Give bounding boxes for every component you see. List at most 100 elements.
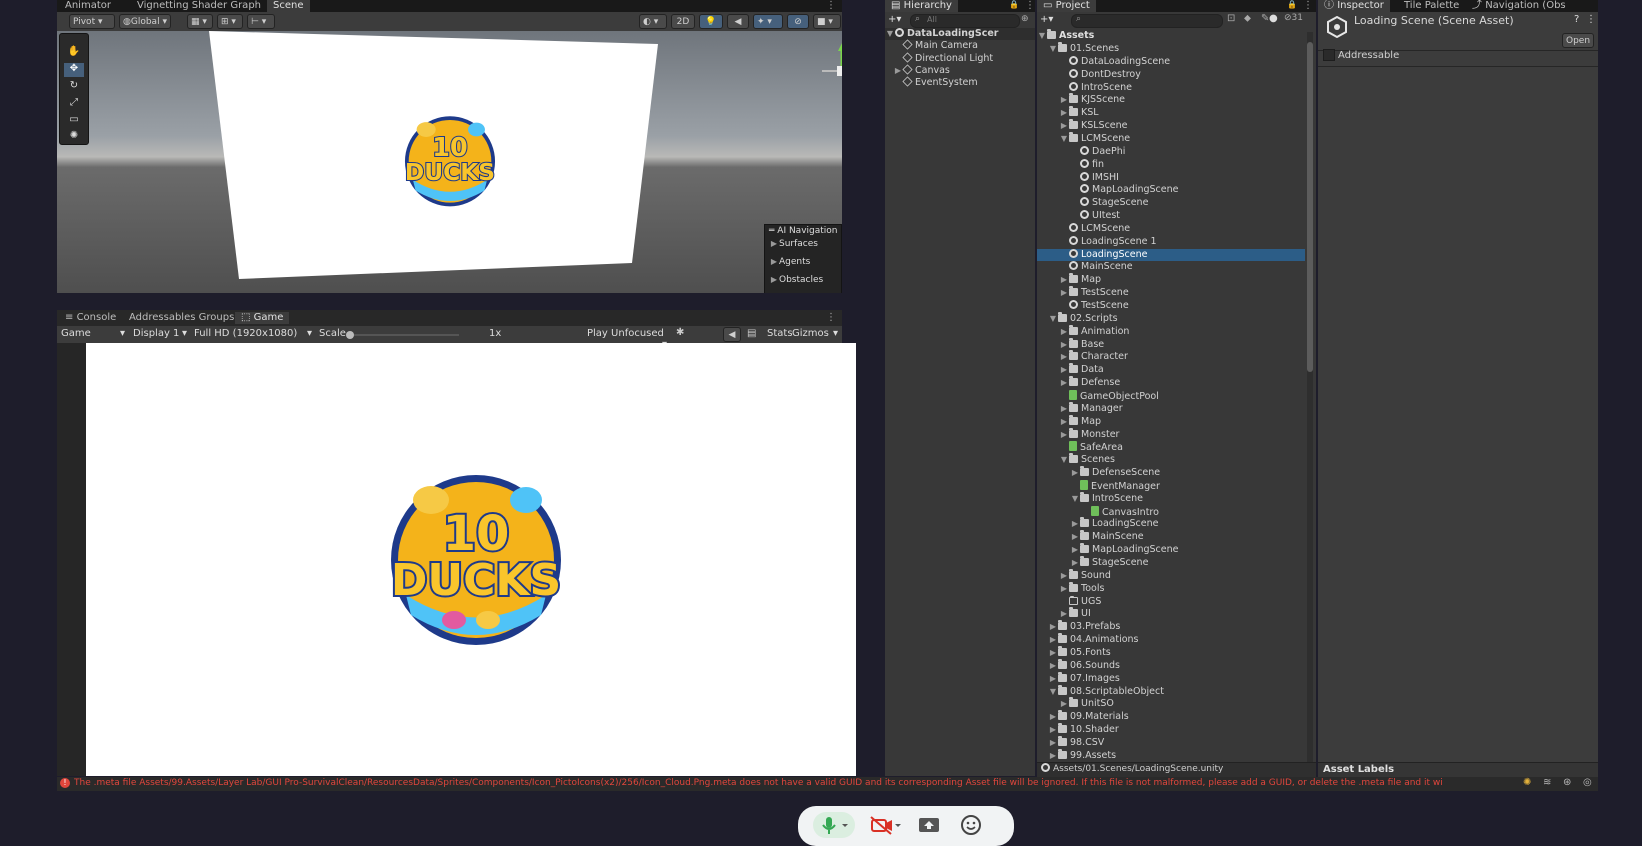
expand-closed-icon[interactable]: ▶ <box>1059 429 1069 441</box>
increment-snap-button[interactable]: ⊢ ▾ <box>247 14 275 29</box>
project-tree-item[interactable]: DataLoadingScene <box>1037 55 1305 68</box>
project-tree-item[interactable]: ▶ StageScene <box>1037 556 1305 569</box>
open-button[interactable]: Open <box>1562 33 1594 48</box>
project-tree-item[interactable]: ▶ Base <box>1037 337 1305 351</box>
expand-closed-icon[interactable]: ▶ <box>1059 583 1069 595</box>
project-add-button[interactable]: +▾ <box>1040 14 1053 25</box>
debug-status-icon[interactable]: ⊛ <box>1563 777 1571 788</box>
gizmos-dropdown[interactable]: Gizmos ▾ <box>792 328 838 339</box>
scale-tool-icon[interactable]: ⤢ <box>64 97 84 111</box>
project-tree-item[interactable]: ▶ 03.Prefabs <box>1037 620 1305 633</box>
tab-project[interactable]: ▭ Project <box>1037 0 1096 12</box>
orientation-gizmo-icon[interactable] <box>812 41 842 101</box>
tab-hierarchy[interactable]: ▤ Hierarchy <box>885 0 958 12</box>
expand-closed-icon[interactable]: ▶ <box>1059 120 1069 132</box>
expand-closed-icon[interactable]: ▶ <box>1070 467 1080 479</box>
shading-mode-button[interactable]: ◐ ▾ <box>639 14 667 29</box>
expand-closed-icon[interactable]: ▶ <box>1070 544 1080 556</box>
project-scrollbar-thumb[interactable] <box>1307 42 1313 372</box>
expand-closed-icon[interactable]: ▶ <box>1059 377 1069 389</box>
project-tree-item[interactable]: ▶ Data <box>1037 363 1305 376</box>
expand-closed-icon[interactable]: ▶ <box>1070 557 1080 569</box>
search-by-type-icon[interactable]: ⊡ <box>1227 13 1235 24</box>
project-tree-item[interactable]: ▼ 02.Scripts <box>1037 311 1305 325</box>
project-tree-item[interactable]: ▶ DefenseScene <box>1037 466 1305 479</box>
hierarchy-item[interactable]: ▶ Canvas <box>893 64 950 77</box>
expand-closed-icon[interactable]: ▶ <box>1059 107 1069 119</box>
hidden-packages-icon[interactable]: ⊘31 <box>1284 13 1303 23</box>
project-tree-item[interactable]: ▶ LoadingScene <box>1037 517 1305 530</box>
project-tree-item[interactable]: ▼ Scenes <box>1037 453 1305 466</box>
expand-open-icon[interactable]: ▼ <box>1048 313 1058 325</box>
tab-tile-palette[interactable]: Tile Palette <box>1398 0 1465 12</box>
project-menu-icon[interactable]: ⋮ <box>1303 0 1313 11</box>
ai-nav-obstacles[interactable]: ▶ Obstacles <box>769 275 823 285</box>
scene-viewport[interactable]: 10 DUCKS ✋ ✥ ↻ ⤢ ▭ ✺ 🔒 ═ AI Navigation ▶… <box>57 31 842 293</box>
game-viewport[interactable]: 10 DUCKS <box>57 343 856 776</box>
hierarchy-lock-icon[interactable]: 🔒 <box>1009 0 1019 9</box>
project-tree-item[interactable]: LCMScene <box>1037 222 1305 235</box>
project-tree-item[interactable]: StageScene <box>1037 197 1305 209</box>
rect-tool-icon[interactable]: ▭ <box>64 114 84 128</box>
hierarchy-item[interactable]: Main Camera <box>902 39 978 52</box>
microphone-button[interactable] <box>813 812 855 838</box>
lighting-toggle-icon[interactable]: 💡 <box>699 14 723 29</box>
hierarchy-scene-root[interactable]: ▼ DataLoadingScer <box>885 28 1035 40</box>
hierarchy-search-options-icon[interactable]: ⊕ <box>1021 14 1029 24</box>
expand-closed-icon[interactable]: ▶ <box>1048 673 1058 685</box>
project-tree-item[interactable]: ▶ KJSScene <box>1037 93 1305 106</box>
tab-menu-icon[interactable]: ⋮ <box>826 0 836 11</box>
expand-closed-icon[interactable]: ▶ <box>1048 621 1058 633</box>
scale-slider[interactable] <box>346 331 459 339</box>
expand-closed-icon[interactable]: ▶ <box>1048 711 1058 723</box>
help-icon[interactable]: ? <box>1574 14 1579 25</box>
expand-closed-icon[interactable]: ▶ <box>1070 531 1080 543</box>
reactions-button[interactable] <box>956 812 986 838</box>
search-by-label-icon[interactable]: ⬥ <box>1244 13 1251 24</box>
resolution-dropdown[interactable]: Full HD (1920x1080) ▾ <box>194 328 312 339</box>
project-tree-item[interactable]: MainScene <box>1037 261 1305 273</box>
mode-2d-button[interactable]: 2D <box>671 14 695 29</box>
camera-off-button[interactable] <box>864 812 906 838</box>
project-tree-item[interactable]: ▼ IntroScene <box>1037 491 1305 505</box>
expand-closed-icon[interactable]: ▶ <box>1059 94 1069 106</box>
project-tree-item[interactable]: IMSHI <box>1037 171 1305 184</box>
project-tree-item[interactable]: ▼ 01.Scenes <box>1037 42 1305 55</box>
camera-settings-icon[interactable]: ■ ▾ <box>813 14 841 29</box>
expand-closed-icon[interactable]: ▶ <box>1048 750 1058 762</box>
ai-nav-surfaces[interactable]: ▶ Surfaces <box>769 239 818 249</box>
info-icon[interactable]: ● <box>1269 13 1278 24</box>
project-search[interactable]: ⌕ <box>1071 14 1223 28</box>
expand-closed-icon[interactable]: ▶ <box>1059 274 1069 286</box>
game-tab-menu-icon[interactable]: ⋮ <box>826 312 836 323</box>
expand-closed-icon[interactable]: ▶ <box>1048 647 1058 659</box>
project-tree-item[interactable]: LoadingScene <box>1037 248 1305 261</box>
screen-share-button[interactable] <box>914 812 944 838</box>
effects-toggle-icon[interactable]: ✦ ▾ <box>753 14 783 29</box>
project-tree-item[interactable]: ▶ Defense <box>1037 376 1305 389</box>
expand-closed-icon[interactable]: ▶ <box>1059 416 1069 428</box>
project-tree-item[interactable]: ▶ Manager <box>1037 401 1305 415</box>
project-tree-item[interactable]: ▶ TestScene <box>1037 286 1305 299</box>
project-tree-item[interactable]: ▶ Character <box>1037 350 1305 363</box>
expand-closed-icon[interactable]: ▶ <box>1059 570 1069 582</box>
project-lock-icon[interactable]: 🔒 <box>1287 0 1297 9</box>
expand-closed-icon[interactable]: ▶ <box>1059 403 1069 415</box>
expand-closed-icon[interactable]: ▶ <box>1048 660 1058 672</box>
project-tree-item[interactable]: ▶ 99.Assets <box>1037 748 1305 762</box>
notifications-icon[interactable]: ◎ <box>1583 777 1592 788</box>
project-tree-item[interactable]: ▶ KSL <box>1037 106 1305 119</box>
addressable-checkbox[interactable] <box>1323 49 1335 61</box>
ai-nav-agents[interactable]: ▶ Agents <box>769 257 810 267</box>
project-tree-item[interactable]: fin <box>1037 158 1305 171</box>
project-tree-item[interactable]: CanvasIntro <box>1037 505 1305 518</box>
expand-closed-icon[interactable]: ▶ <box>1059 339 1069 351</box>
expand-closed-icon[interactable]: ▶ <box>1059 326 1069 338</box>
project-tree-item[interactable]: DaePhi <box>1037 145 1305 158</box>
global-toggle[interactable]: ◍Global ▾ <box>119 14 171 29</box>
project-tree-item[interactable]: ▶ UI <box>1037 607 1305 620</box>
project-tree-item[interactable]: ▼ 08.ScriptableObject <box>1037 684 1305 698</box>
tab-game[interactable]: ⬚ Game <box>235 312 290 324</box>
project-tree-item[interactable]: ▶ 10.Shader <box>1037 723 1305 736</box>
project-tree-item[interactable]: ▶ Map <box>1037 273 1305 286</box>
